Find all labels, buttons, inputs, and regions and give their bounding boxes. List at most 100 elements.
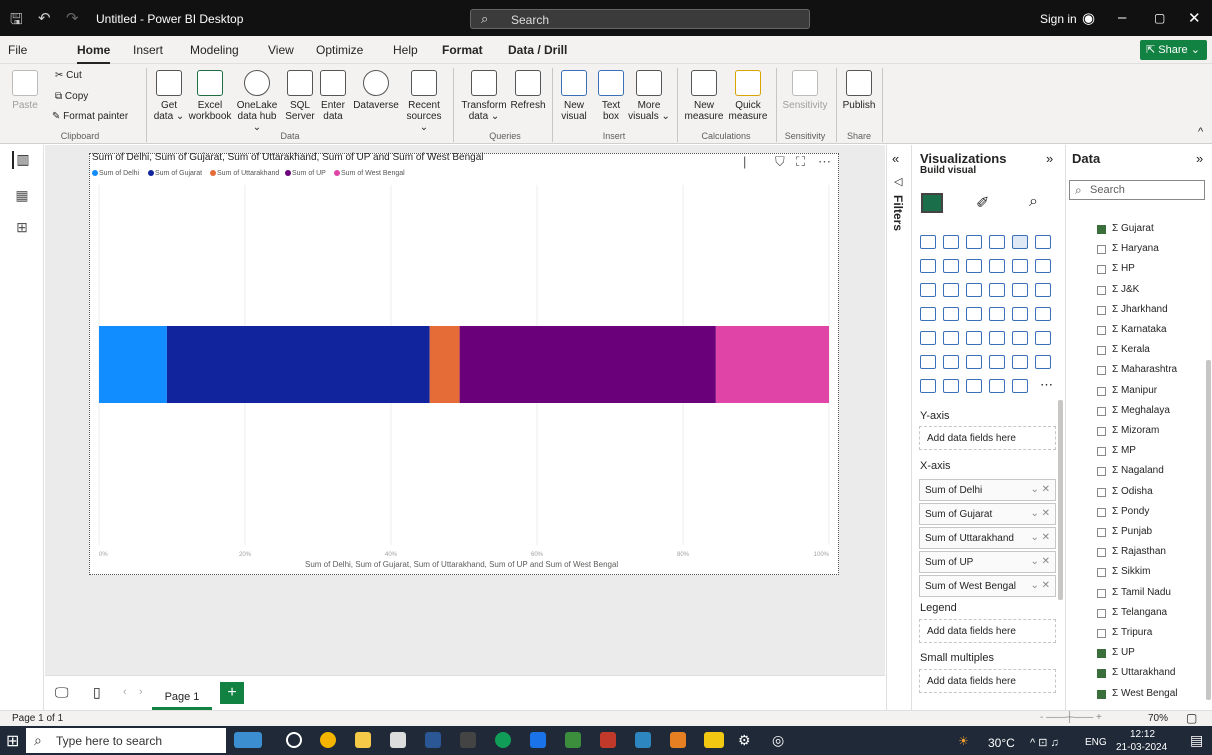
area-visual-icon[interactable]: [943, 259, 959, 273]
viz-scrollbar[interactable]: [1058, 400, 1063, 600]
filter-icon[interactable]: ⛉: [775, 154, 785, 170]
x-field-uttarakhand[interactable]: Sum of Uttarakhand ⌄ ✕: [919, 527, 1056, 549]
power-apps-visual-icon[interactable]: [920, 379, 936, 393]
app-icon[interactable]: [565, 732, 581, 748]
cut-button[interactable]: ✂ Cut: [55, 70, 82, 81]
field-item[interactable]: Σ West Bengal: [1112, 688, 1177, 699]
stacked-bar-visual-icon[interactable]: [920, 235, 936, 249]
multi-row-card-visual-icon[interactable]: [1035, 307, 1051, 321]
funnel-visual-icon[interactable]: [943, 283, 959, 297]
taskbar-search[interactable]: ⌕ Type here to search: [26, 728, 226, 753]
field-item[interactable]: Σ UP: [1112, 647, 1135, 658]
x-field-up[interactable]: Sum of UP ⌄ ✕: [919, 551, 1056, 573]
text-box-button[interactable]: Text box: [596, 70, 626, 122]
refresh-button[interactable]: Refresh: [509, 70, 547, 111]
bar-segment[interactable]: [99, 326, 167, 403]
prev-page-icon[interactable]: ‹: [123, 686, 127, 698]
remove-field-icon[interactable]: ⌄ ✕: [1030, 508, 1050, 519]
field-item[interactable]: Σ Jharkhand: [1112, 304, 1168, 315]
field-checkbox[interactable]: [1097, 467, 1106, 477]
terminal-icon[interactable]: [460, 732, 476, 748]
waterfall-visual-icon[interactable]: [920, 283, 936, 297]
publish-button[interactable]: Publish: [841, 70, 877, 111]
line-clustered-visual-icon[interactable]: [1012, 259, 1028, 273]
app-icon[interactable]: [530, 732, 546, 748]
new-visual-button[interactable]: New visual: [558, 70, 590, 122]
menu-modeling[interactable]: Modeling: [190, 43, 239, 57]
menu-view[interactable]: View: [268, 43, 294, 57]
treemap-visual-icon[interactable]: [1035, 283, 1051, 297]
minimize-icon[interactable]: –: [1118, 9, 1126, 26]
page-tab[interactable]: Page 1: [152, 680, 212, 710]
decomposition-visual-icon[interactable]: [943, 355, 959, 369]
format-painter-button[interactable]: ✎ Format painter: [52, 111, 128, 122]
key-influencers-visual-icon[interactable]: [920, 355, 936, 369]
legend-well[interactable]: Add data fields here: [919, 619, 1056, 643]
bar-segment[interactable]: [459, 326, 716, 403]
gauge-visual-icon[interactable]: [989, 307, 1005, 321]
field-item[interactable]: Σ Kerala: [1112, 344, 1150, 355]
field-item[interactable]: Σ Gujarat: [1112, 223, 1154, 234]
close-icon[interactable]: ✕: [1188, 9, 1201, 27]
matrix-visual-icon[interactable]: [989, 331, 1005, 345]
field-item[interactable]: Σ Manipur: [1112, 385, 1157, 396]
menu-data-drill[interactable]: Data / Drill: [508, 43, 567, 57]
map-visual-icon[interactable]: [920, 307, 936, 321]
field-checkbox[interactable]: [1097, 326, 1106, 335]
more-visual-types-icon[interactable]: ⋯: [1040, 377, 1053, 393]
field-checkbox[interactable]: [1097, 305, 1106, 315]
field-item[interactable]: Σ J&K: [1112, 284, 1139, 295]
settings-icon[interactable]: ⚙: [738, 732, 754, 748]
qa-visual-icon[interactable]: [966, 355, 982, 369]
field-item[interactable]: Σ Rajasthan: [1112, 546, 1166, 557]
app-icon[interactable]: ◎: [772, 732, 788, 748]
clustered-column-visual-icon[interactable]: [989, 235, 1005, 249]
field-item[interactable]: Σ Punjab: [1112, 526, 1152, 537]
remove-field-icon[interactable]: ⌄ ✕: [1030, 580, 1050, 591]
task-view-icon[interactable]: [286, 732, 302, 748]
recent-sources-button[interactable]: Recent sources ⌄: [402, 70, 446, 133]
x-field-west-bengal[interactable]: Sum of West Bengal ⌄ ✕: [919, 575, 1056, 597]
donut-visual-icon[interactable]: [1012, 283, 1028, 297]
format-visual-icon[interactable]: ✐: [976, 193, 989, 213]
copy-button[interactable]: ⧉ Copy: [55, 91, 88, 102]
collapse-viz-icon[interactable]: »: [1046, 151, 1053, 166]
collapse-data-icon[interactable]: »: [1196, 151, 1203, 166]
save-icon[interactable]: 🖫: [10, 9, 23, 34]
sign-in-link[interactable]: Sign in: [1040, 12, 1077, 26]
build-visual-icon[interactable]: [921, 193, 943, 213]
menu-format[interactable]: Format: [442, 43, 483, 57]
clock-time[interactable]: 12:12: [1130, 729, 1155, 740]
bar-segment[interactable]: [166, 326, 430, 403]
narrative-visual-icon[interactable]: [989, 355, 1005, 369]
stacked-area-visual-icon[interactable]: [966, 259, 982, 273]
field-item[interactable]: Σ Tamil Nadu: [1112, 587, 1171, 598]
analytics-icon[interactable]: ⌕: [1029, 193, 1038, 211]
get-more-visual-icon[interactable]: [989, 379, 1005, 393]
share-button[interactable]: ⇱ Share ⌄: [1140, 40, 1207, 60]
field-checkbox[interactable]: [1097, 568, 1106, 578]
field-item[interactable]: Σ MP: [1112, 445, 1136, 456]
desktop-layout-icon[interactable]: 🖵: [55, 684, 69, 701]
remove-field-icon[interactable]: ⌄ ✕: [1030, 532, 1050, 543]
field-item[interactable]: Σ Haryana: [1112, 243, 1159, 254]
field-checkbox[interactable]: [1097, 487, 1106, 497]
widget-icon[interactable]: [234, 732, 262, 748]
field-checkbox[interactable]: [1097, 608, 1106, 618]
arcgis-visual-icon[interactable]: [966, 379, 982, 393]
report-view-icon[interactable]: ▥: [12, 151, 32, 169]
remove-field-icon[interactable]: ⌄ ✕: [1030, 556, 1050, 567]
field-checkbox[interactable]: [1097, 245, 1106, 255]
stacked-column-visual-icon[interactable]: [943, 235, 959, 249]
field-checkbox[interactable]: [1097, 669, 1106, 679]
field-checkbox[interactable]: [1097, 285, 1106, 295]
field-checkbox[interactable]: [1097, 548, 1106, 558]
field-checkbox[interactable]: [1097, 629, 1106, 638]
get-data-button[interactable]: Get data ⌄: [150, 70, 188, 122]
add-page-button[interactable]: +: [220, 682, 244, 704]
dataverse-button[interactable]: Dataverse: [351, 70, 401, 111]
language-indicator[interactable]: ENG: [1085, 737, 1107, 748]
app-icon[interactable]: [600, 732, 616, 748]
zoom-slider[interactable]: - ——┼—— +: [1040, 712, 1102, 723]
line-column-visual-icon[interactable]: [989, 259, 1005, 273]
